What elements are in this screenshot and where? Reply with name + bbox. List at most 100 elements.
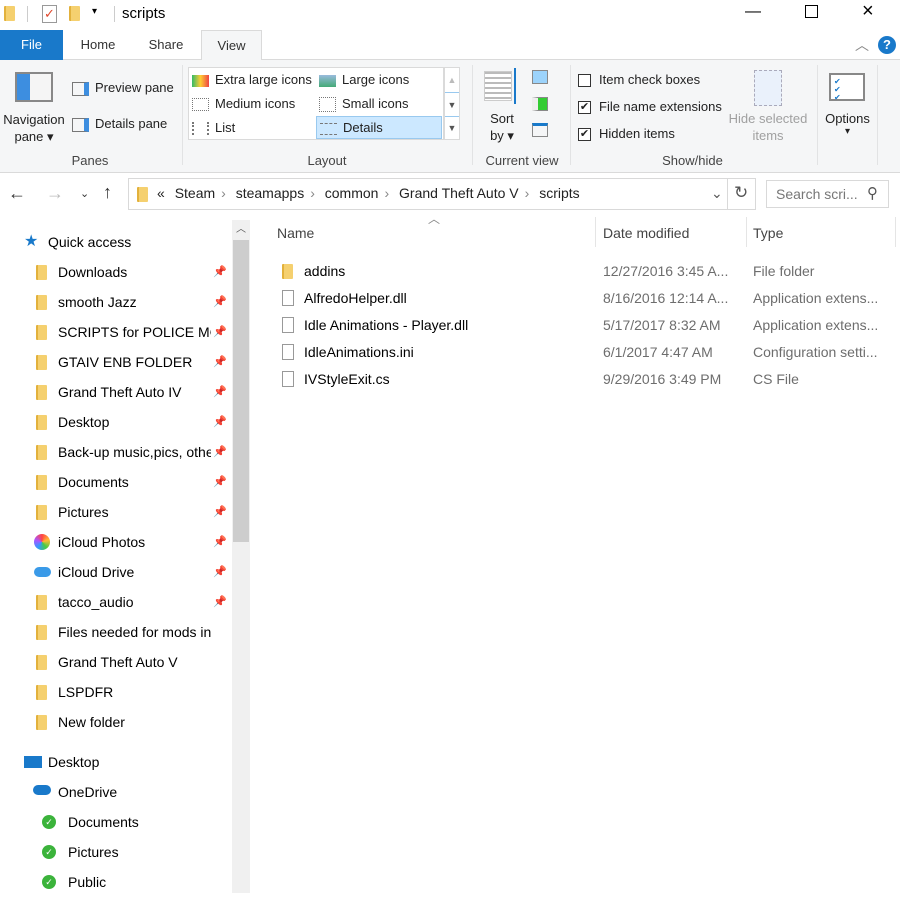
column-header-name[interactable]: Name <box>277 225 314 241</box>
nav-item[interactable]: Back-up music,pics, other 📌 <box>0 437 232 467</box>
hidden-items-checkbox[interactable]: ✔ <box>578 128 591 142</box>
layout-gallery-scroll[interactable]: ▲ ▼ ▼ <box>444 67 460 140</box>
breadcrumb-steam[interactable]: Steam <box>175 185 215 201</box>
recent-locations-icon[interactable]: ⌄ <box>80 187 89 200</box>
nav-item[interactable]: SCRIPTS for POLICE MOD📌 <box>0 317 232 347</box>
properties-icon[interactable]: ✓ <box>42 5 57 23</box>
nav-item[interactable]: Files needed for mods international <box>0 617 232 647</box>
tab-view[interactable]: View <box>201 30 262 61</box>
file-name-extensions-toggle[interactable]: ✔ File name extensions <box>578 99 722 115</box>
column-header-type[interactable]: Type <box>753 225 783 241</box>
breadcrumb-overflow[interactable]: « <box>157 185 165 201</box>
file-row[interactable]: AlfredoHelper.dll 8/16/2016 12:14 A... App… <box>278 285 898 312</box>
layout-extra-large-icons[interactable]: Extra large icons <box>192 72 312 87</box>
nav-item[interactable]: Desktop 📌 <box>0 407 232 437</box>
column-divider[interactable] <box>595 217 596 247</box>
pin-icon[interactable]: 📌 <box>213 527 227 557</box>
details-pane-button[interactable]: Details pane <box>72 116 167 132</box>
hide-selected-items-button[interactable]: Hide selected items <box>724 68 812 148</box>
hidden-items-toggle[interactable]: ✔ Hidden items <box>578 126 675 142</box>
column-divider[interactable] <box>746 217 747 247</box>
pin-icon[interactable]: 📌 <box>213 557 227 587</box>
back-button[interactable]: ← <box>8 183 26 204</box>
scroll-up-icon[interactable]: ︿ <box>232 220 250 235</box>
pin-icon[interactable]: 📌 <box>213 467 227 497</box>
nav-onedrive-item[interactable]: ✓ Pictures <box>0 837 232 867</box>
item-check-boxes-checkbox[interactable] <box>578 74 591 88</box>
folder-icon <box>36 295 47 310</box>
file-row[interactable]: IVStyleExit.cs 9/29/2016 3:49 PM CS File <box>278 366 898 393</box>
tab-share[interactable]: Share <box>136 30 196 60</box>
sort-arrow-icon <box>514 68 516 104</box>
pin-icon[interactable]: 📌 <box>213 497 227 527</box>
maximize-button[interactable] <box>805 5 818 18</box>
nav-item[interactable]: smooth Jazz 📌 <box>0 287 232 317</box>
address-bar[interactable]: « Steam › steamapps › common › Grand Theft … <box>128 178 756 210</box>
nav-item[interactable]: LSPDFR <box>0 677 232 707</box>
new-folder-icon[interactable] <box>69 6 80 21</box>
nav-quick-access[interactable]: ★ Quick access <box>0 227 232 257</box>
nav-onedrive[interactable]: OneDrive <box>0 777 232 807</box>
nav-item[interactable]: Pictures 📌 <box>0 497 232 527</box>
sort-by-label-2: by ▾ <box>490 128 514 143</box>
size-columns-icon[interactable] <box>532 123 548 137</box>
pin-icon[interactable]: 📌 <box>213 587 227 617</box>
address-dropdown-icon[interactable]: ⌄ <box>711 185 723 202</box>
file-row[interactable]: addins 12/27/2016 3:45 A... File folder <box>278 258 898 285</box>
pin-icon[interactable]: 📌 <box>213 287 227 317</box>
tab-home[interactable]: Home <box>68 30 128 60</box>
nav-scrollbar[interactable]: ︿ <box>232 220 250 893</box>
layout-large-icons[interactable]: Large icons <box>319 72 409 87</box>
nav-item[interactable]: Grand Theft Auto IV 📌 <box>0 377 232 407</box>
nav-item[interactable]: Grand Theft Auto V <box>0 647 232 677</box>
pin-icon[interactable]: 📌 <box>213 437 227 467</box>
nav-item[interactable]: tacco_audio 📌 <box>0 587 232 617</box>
pin-icon[interactable]: 📌 <box>213 347 227 377</box>
file-row[interactable]: IdleAnimations.ini 6/1/2017 4:47 AM Config… <box>278 339 898 366</box>
item-check-boxes-toggle[interactable]: Item check boxes <box>578 72 700 88</box>
layout-list[interactable]: List <box>192 120 235 136</box>
tab-file[interactable]: File <box>0 30 63 60</box>
refresh-icon[interactable]: ↻ <box>734 183 748 203</box>
nav-item[interactable]: iCloud Drive 📌 <box>0 557 232 587</box>
help-icon[interactable]: ? <box>878 36 896 54</box>
forward-button[interactable]: → <box>46 183 64 204</box>
minimize-button[interactable]: — <box>745 3 761 21</box>
nav-onedrive-item[interactable]: ✓ Documents <box>0 807 232 837</box>
breadcrumb-gta-v[interactable]: Grand Theft Auto V <box>399 185 519 201</box>
group-by-icon[interactable] <box>532 70 548 84</box>
close-button[interactable]: × <box>862 0 874 23</box>
pin-icon[interactable]: 📌 <box>213 317 227 347</box>
layout-medium-icons[interactable]: Medium icons <box>192 96 295 112</box>
column-header-date-modified[interactable]: Date modified <box>603 225 689 241</box>
layout-small-icons[interactable]: Small icons <box>319 96 408 113</box>
layout-details[interactable]: Details <box>316 116 442 139</box>
add-columns-icon[interactable] <box>532 97 548 111</box>
folder-icon <box>36 355 47 370</box>
customize-toolbar-chevron-icon[interactable]: ▾ <box>92 6 97 17</box>
pin-icon[interactable]: 📌 <box>213 257 227 287</box>
sort-by-button[interactable]: Sort by ▾ <box>480 68 524 146</box>
navigation-pane-button[interactable]: Navigation pane ▾ <box>3 65 65 145</box>
options-button[interactable]: ✔ ✔ ✔ Options ▾ <box>820 68 875 148</box>
nav-item[interactable]: GTAIV ENB FOLDER 📌 <box>0 347 232 377</box>
pin-icon[interactable]: 📌 <box>213 407 227 437</box>
scrollbar-thumb[interactable] <box>233 240 249 542</box>
search-input[interactable]: Search scri... ⚲ <box>766 180 889 208</box>
nav-item[interactable]: Documents 📌 <box>0 467 232 497</box>
breadcrumb-common[interactable]: common <box>325 185 379 201</box>
nav-item[interactable]: Downloads 📌 <box>0 257 232 287</box>
up-button[interactable]: ↑ <box>103 182 112 203</box>
pin-icon[interactable]: 📌 <box>213 377 227 407</box>
breadcrumb-steamapps[interactable]: steamapps <box>236 185 304 201</box>
column-divider[interactable] <box>895 217 896 247</box>
preview-pane-button[interactable]: Preview pane <box>72 80 174 96</box>
folder-icon <box>36 415 47 430</box>
file-name-extensions-checkbox[interactable]: ✔ <box>578 101 591 115</box>
collapse-ribbon-icon[interactable]: ︿ <box>855 35 869 55</box>
file-row[interactable]: Idle Animations - Player.dll 5/17/2017 8:… <box>278 312 898 339</box>
nav-item[interactable]: iCloud Photos 📌 <box>0 527 232 557</box>
nav-item[interactable]: New folder <box>0 707 232 737</box>
nav-desktop[interactable]: Desktop <box>0 747 232 777</box>
breadcrumb-scripts[interactable]: scripts <box>539 185 579 201</box>
